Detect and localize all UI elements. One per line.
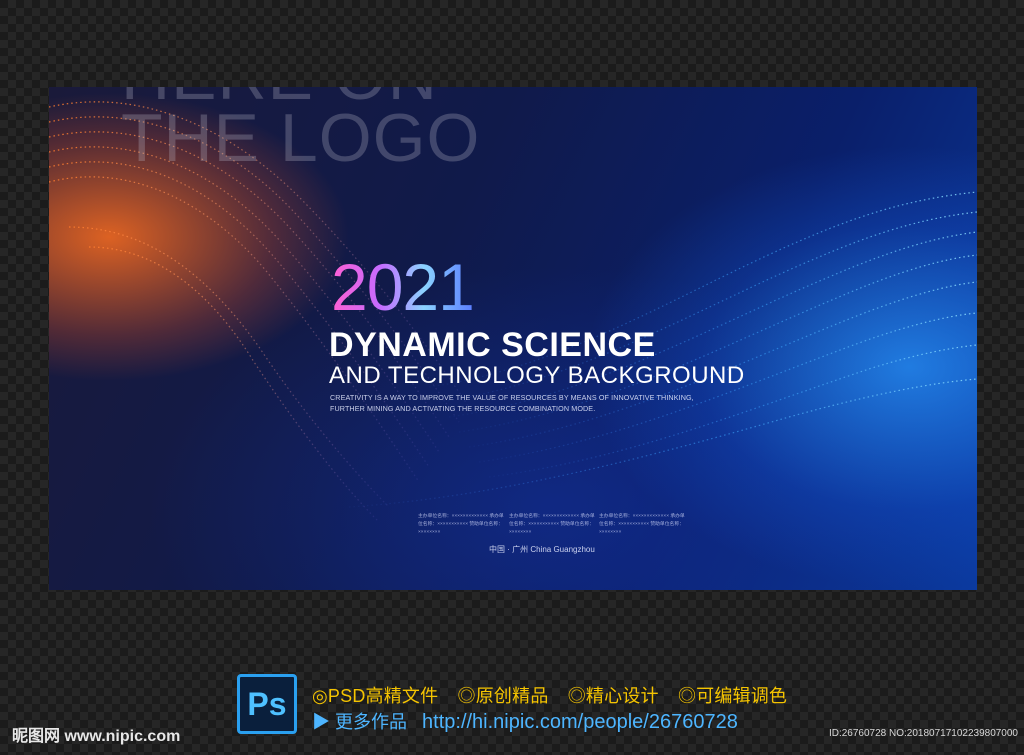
more-works-row: ▶ 更多作品 http://hi.nipic.com/people/267607… [312, 708, 738, 734]
description-line-2: FURTHER MINING AND ACTIVATING THE RESOUR… [330, 403, 596, 413]
year-title: 2021 [331, 247, 475, 327]
feature-item: ◎原创精品 [457, 686, 549, 706]
author-url-link[interactable]: http://hi.nipic.com/people/26760728 [422, 711, 738, 733]
image-id-text: ID:26760728 NO:20180717102239807000 [828, 728, 1018, 739]
info-block-1: 主办单位名称：××××××××××××× 承办单位名称：××××××××××× … [418, 514, 504, 535]
more-works-link[interactable]: ▶ 更多作品 [312, 712, 407, 732]
poster-banner: HERE ON THE LOGO 2021 DYNAMIC SCIENCE AN… [49, 87, 977, 590]
feature-item: ◎精心设计 [567, 686, 659, 706]
site-watermark: 昵图网 www.nipic.com [12, 728, 181, 745]
info-block-2: 主办单位名称：××××××××××××× 承办单位名称：××××××××××× … [509, 514, 595, 535]
feature-item: ◎PSD高精文件 [312, 686, 439, 706]
logo-placeholder-text: HERE ON THE LOGO [121, 87, 581, 176]
location-text: 中国 · 广州 China Guangzhou [489, 545, 595, 554]
description-line-1: CREATIVITY IS A WAY TO IMPROVE THE VALUE… [330, 393, 694, 402]
description: CREATIVITY IS A WAY TO IMPROVE THE VALUE… [330, 393, 694, 414]
subheadline: AND TECHNOLOGY BACKGROUND [329, 362, 745, 389]
headline: DYNAMIC SCIENCE [329, 326, 656, 364]
logo-line-2: THE LOGO [121, 100, 481, 176]
info-block-3: 主办单位名称：××××××××××××× 承办单位名称：××××××××××× … [599, 514, 685, 535]
photoshop-icon: Ps [237, 674, 297, 734]
feature-list: ◎PSD高精文件 ◎原创精品 ◎精心设计 ◎可编辑调色 [312, 682, 801, 708]
feature-item: ◎可编辑调色 [677, 686, 788, 706]
